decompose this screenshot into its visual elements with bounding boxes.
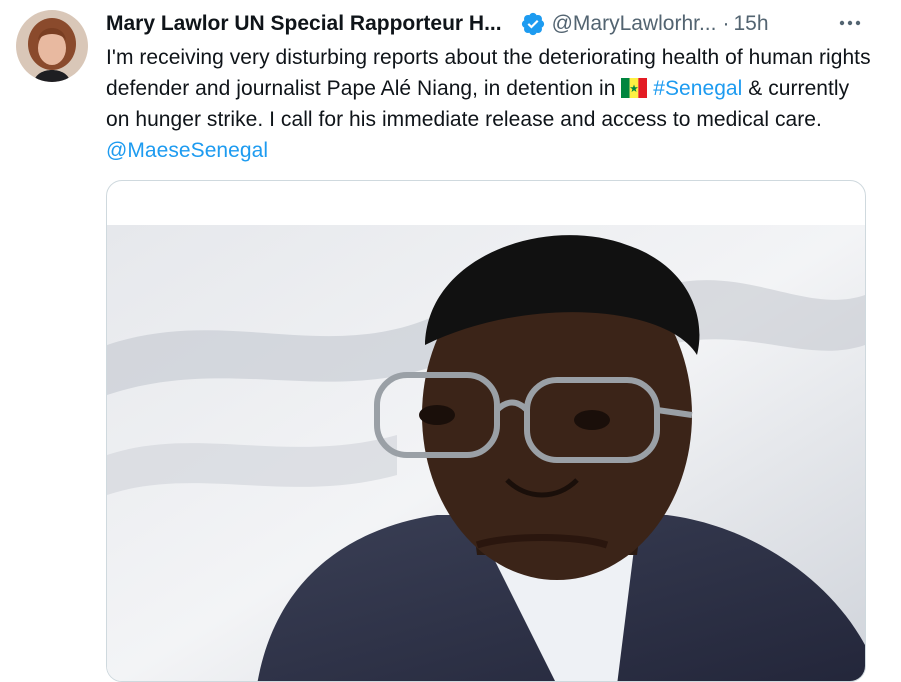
avatar-image [16, 10, 88, 82]
author-name[interactable]: Mary Lawlor UN Special Rapporteur H... [106, 9, 502, 39]
tweet-header: Mary Lawlor UN Special Rapporteur H... @… [106, 9, 769, 39]
tweet-timestamp[interactable]: 15h [733, 9, 768, 39]
senegal-flag-icon [621, 76, 648, 98]
avatar[interactable] [16, 10, 88, 82]
header-separator: · [722, 12, 730, 35]
hashtag-senegal[interactable]: #Senegal [653, 77, 742, 100]
tweet-media[interactable] [106, 180, 866, 682]
more-options-icon[interactable] [832, 8, 868, 38]
verified-badge-icon [520, 11, 546, 37]
tweet-text: I'm receiving very disturbing reports ab… [106, 42, 876, 166]
tweet-photo [107, 225, 865, 681]
author-handle[interactable]: @MaryLawlorhr... [552, 9, 717, 39]
mention-maesesenegal[interactable]: @MaeseSenegal [106, 139, 268, 162]
tweet[interactable]: Mary Lawlor UN Special Rapporteur H... @… [0, 0, 901, 682]
